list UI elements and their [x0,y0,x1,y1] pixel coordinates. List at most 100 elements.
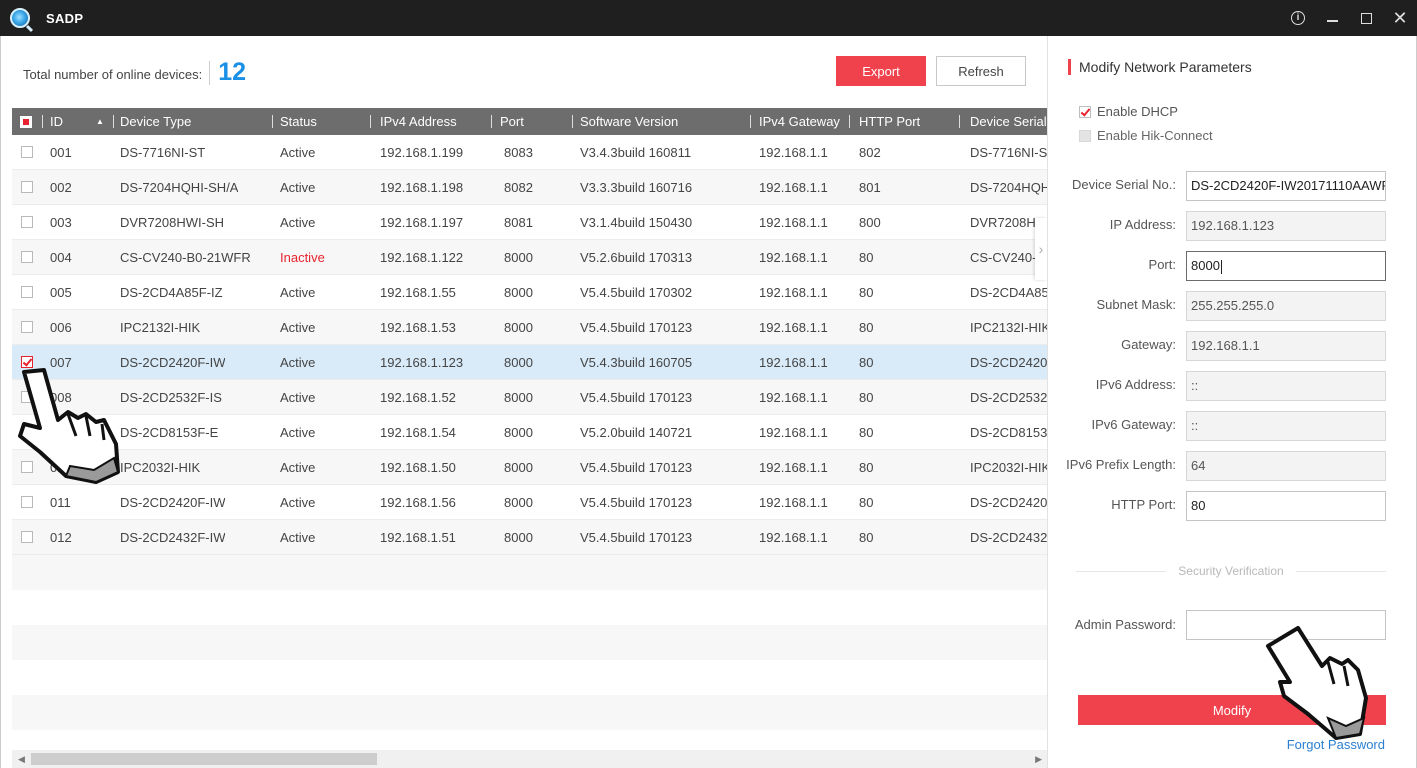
cell-ipv4-gateway: 192.168.1.1 [759,285,828,300]
cell-ipv4-address: 192.168.1.54 [380,425,456,440]
row-checkbox[interactable] [21,356,33,368]
cell-device-type: DS-2CD2420F-IW [120,355,226,370]
gateway-field[interactable]: 192.168.1.1 [1186,331,1386,361]
cell-device-type: DS-7204HQHI-SH/A [120,180,239,195]
cell-device-type: DS-2CD2420F-IW [120,495,226,510]
scrollbar-thumb[interactable] [31,753,377,765]
table-row[interactable]: 006 IPC2132I-HIK Active 192.168.1.53 8000 V5.… [12,310,1048,345]
cell-ipv4-address: 192.168.1.53 [380,320,456,335]
row-checkbox[interactable] [21,216,33,228]
row-checkbox[interactable] [21,321,33,333]
row-checkbox[interactable] [21,391,33,403]
column-header-http-port[interactable]: HTTP Port [859,108,920,135]
ipv6-address-field[interactable]: :: [1186,371,1386,401]
table-row[interactable]: 003 DVR7208HWI-SH Active 192.168.1.197 8081 V… [12,205,1048,240]
forgot-password-link[interactable]: Forgot Password [1287,737,1385,752]
enable-hik-connect-checkbox[interactable] [1079,129,1091,142]
collapse-panel-chevron-icon[interactable]: › [1035,218,1047,280]
cell-ipv4-gateway: 192.168.1.1 [759,215,828,230]
cell-port: 8000 [504,495,533,510]
scroll-right-icon[interactable]: ▶ [1035,754,1042,765]
scroll-left-icon[interactable]: ◀ [18,754,25,765]
column-header-id[interactable]: ID [50,108,63,135]
cell-port: 8000 [504,320,533,335]
cell-software-version: V5.4.5build 170123 [580,390,693,405]
export-button[interactable]: Export [836,56,926,86]
enable-dhcp-checkbox[interactable] [1079,105,1091,118]
cell-ipv4-address: 192.168.1.123 [380,355,464,370]
table-row[interactable]: 010 IPC2032I-HIK Active 192.168.1.50 8000 V5.… [12,450,1048,485]
table-row[interactable]: 007 DS-2CD2420F-IW Active 192.168.1.123 8000… [12,345,1048,380]
table-row[interactable]: 012 DS-2CD2432F-IW Active 192.168.1.51 8000 V… [12,520,1048,555]
cell-software-version: V5.4.5build 170123 [580,530,693,545]
cell-status: Active [280,495,316,510]
cell-port: 8082 [504,180,533,195]
cell-http-port: 80 [859,495,874,510]
cell-port: 8000 [504,355,533,370]
cell-id: 009 [50,425,72,440]
minimize-icon[interactable] [1315,0,1349,36]
row-checkbox[interactable] [21,426,33,438]
column-header-software-version[interactable]: Software Version [580,108,678,135]
port-field[interactable]: 8000 [1186,251,1386,281]
cell-device-serial: DS-2CD2432F [970,530,1048,545]
table-row[interactable]: 008 DS-2CD2532F-IS Active 192.168.1.52 8000 V… [12,380,1048,415]
table-row[interactable]: 005 DS-2CD4A85F-IZ Active 192.168.1.55 8000 V… [12,275,1048,310]
table-row[interactable]: 011 DS-2CD2420F-IW Active 192.168.1.56 8000 V… [12,485,1048,520]
window-controls: i ✕ [1281,0,1417,36]
info-icon[interactable]: i [1281,0,1315,36]
cell-ipv4-gateway: 192.168.1.1 [759,355,828,370]
enable-hik-connect-option[interactable]: Enable Hik-Connect [1079,128,1213,143]
port-value: 8000 [1191,258,1220,273]
table-row[interactable]: 001 DS-7716NI-ST Active 192.168.1.199 8083 V3… [12,135,1048,170]
row-checkbox[interactable] [21,146,33,158]
table-row[interactable]: 004 CS-CV240-B0-21WFR Inactive 192.168.1.12… [12,240,1048,275]
cell-id: 002 [50,180,72,195]
http-port-field[interactable]: 80 [1186,491,1386,521]
ipv6-prefix-length-field[interactable]: 64 [1186,451,1386,481]
cell-ipv4-address: 192.168.1.122 [380,250,464,265]
cell-id: 010 [50,460,72,475]
column-header-ipv4-address[interactable]: IPv4 Address [380,108,457,135]
horizontal-scrollbar[interactable]: ◀ ▶ [12,750,1048,768]
table-row[interactable]: 009 DS-2CD8153F-E Active 192.168.1.54 8000 V5… [12,415,1048,450]
column-header-ipv4-gateway[interactable]: IPv4 Gateway [759,108,840,135]
enable-dhcp-option[interactable]: Enable DHCP [1079,104,1178,119]
sadp-logo-icon [10,8,30,28]
cell-device-type: IPC2032I-HIK [120,460,201,475]
cell-device-type: DVR7208HWI-SH [120,215,225,230]
column-header-device-serial[interactable]: Device Serial [970,108,1047,135]
column-header-status[interactable]: Status [280,108,317,135]
cell-http-port: 80 [859,320,874,335]
admin-password-input[interactable] [1186,610,1386,640]
refresh-button[interactable]: Refresh [936,56,1026,86]
enable-hik-connect-label: Enable Hik-Connect [1097,128,1213,143]
row-checkbox[interactable] [21,461,33,473]
ip-address-label: IP Address: [1109,217,1176,232]
cell-http-port: 80 [859,390,874,405]
cell-status: Active [280,180,316,195]
cell-device-serial: DS-2CD2532F [970,390,1048,405]
row-checkbox[interactable] [21,531,33,543]
select-all-checkbox[interactable] [20,116,32,128]
modify-button[interactable]: Modify [1078,695,1386,725]
column-header-device-type[interactable]: Device Type [120,108,191,135]
close-icon[interactable]: ✕ [1383,0,1417,36]
cell-id: 003 [50,215,72,230]
ipv6-gateway-field[interactable]: :: [1186,411,1386,441]
empty-row [12,590,1048,625]
row-checkbox[interactable] [21,496,33,508]
ipv6-prefix-length-label: IPv6 Prefix Length: [1066,457,1176,472]
row-checkbox[interactable] [21,286,33,298]
cell-ipv4-gateway: 192.168.1.1 [759,145,828,160]
device-serial-field[interactable]: DS-2CD2420F-IW20171110AAWR1 [1186,171,1386,201]
table-row[interactable]: 002 DS-7204HQHI-SH/A Active 192.168.1.198 80… [12,170,1048,205]
cell-software-version: V5.4.5build 170123 [580,495,693,510]
ip-address-field[interactable]: 192.168.1.123 [1186,211,1386,241]
maximize-icon[interactable] [1349,0,1383,36]
row-checkbox[interactable] [21,251,33,263]
subnet-mask-field[interactable]: 255.255.255.0 [1186,291,1386,321]
cell-id: 012 [50,530,72,545]
row-checkbox[interactable] [21,181,33,193]
column-header-port[interactable]: Port [500,108,524,135]
